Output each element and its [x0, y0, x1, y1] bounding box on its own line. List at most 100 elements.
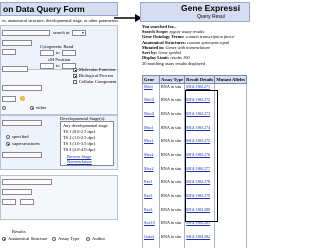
- mutant-alleles-cell: [214, 151, 248, 166]
- result-details-link[interactable]: MGI:1861282: [184, 234, 216, 248]
- mutant-input[interactable]: [2, 96, 16, 102]
- results-table: Gene Assay Type Result Details Mutant Al…: [142, 75, 248, 248]
- result-details-link[interactable]: MGI:1861277: [184, 165, 216, 180]
- author-input[interactable]: [2, 179, 52, 185]
- result-details-link[interactable]: MGI:1861276: [184, 151, 216, 166]
- sort-assay-radio[interactable]: [52, 237, 56, 241]
- year-input[interactable]: [2, 199, 16, 205]
- result-details-link[interactable]: MGI:1861280: [184, 206, 216, 221]
- gene-link[interactable]: Msx2: [142, 165, 160, 180]
- result-details-link[interactable]: MGI:1861271: [184, 83, 216, 98]
- gene-link[interactable]: Mecl1: [142, 97, 160, 111]
- table-row: Msx1 RNA in situ MGI:1861275: [142, 138, 248, 152]
- results-header: Gene Expressi Query Resul: [140, 2, 250, 22]
- gene-link[interactable]: Sox10: [142, 220, 160, 235]
- mutant-alleles-cell: [214, 124, 248, 139]
- result-details-link[interactable]: MGI:1861279: [184, 193, 216, 207]
- assay-type-cell: RNA in situ: [158, 97, 186, 111]
- column-header[interactable]: Assay Type: [158, 75, 186, 84]
- table-row: Mecl1 RNA in situ MGI:1861273: [142, 110, 248, 125]
- anatomy-input[interactable]: [2, 120, 42, 126]
- cm-position-label: cM Position: [48, 57, 71, 62]
- gene-link[interactable]: Mecl: [142, 83, 160, 98]
- query-form-panel: on Data Query Form es, anatomical struct…: [0, 0, 120, 250]
- superstructures-radio[interactable]: [6, 142, 10, 146]
- results-count: 20 matching assay results displayed: [142, 61, 205, 66]
- search-summary: You searched for... Search Scope: zygote…: [142, 24, 250, 60]
- table-row: Pax3 RNA in situ MGI:1861280: [142, 206, 248, 221]
- sort-anatomical-radio[interactable]: [2, 237, 6, 241]
- molecular-function-checkbox[interactable]: [73, 68, 77, 72]
- go-term-field[interactable]: [2, 85, 42, 91]
- dev-stage-option[interactable]: TS 2 (1.0-2.5 dpc): [63, 135, 95, 140]
- result-details-link[interactable]: MGI:1861274: [184, 124, 216, 139]
- mutant-alleles-cell: [214, 206, 248, 221]
- sort-option-label: Author: [92, 236, 106, 241]
- either-radio[interactable]: [2, 106, 6, 110]
- dev-stage-option[interactable]: TS 4 (2.0-4.0 dpc): [63, 147, 95, 152]
- journal-input[interactable]: [2, 189, 32, 195]
- table-row: Msx1 RNA in situ MGI:1861274: [142, 124, 248, 139]
- band-from-input[interactable]: [40, 50, 54, 56]
- dev-stage-option[interactable]: TS 3 (1.0-3.5 dpc): [63, 141, 95, 146]
- column-header[interactable]: Gene: [142, 75, 160, 84]
- mutant-alleles-cell: [214, 83, 248, 98]
- assay-type-cell: RNA in situ: [158, 138, 186, 152]
- position-input[interactable]: [2, 49, 16, 55]
- mutant-alleles-cell: [214, 220, 248, 235]
- mutant-alleles-cell: [214, 138, 248, 152]
- cytogenetic-band-label: Cytogenetic Band: [40, 44, 74, 49]
- gene-link[interactable]: Pax3: [142, 193, 160, 207]
- result-details-link[interactable]: MGI:1861275: [184, 138, 216, 152]
- sort-author-radio[interactable]: [86, 237, 90, 241]
- assay-type-cell: RNA in situ: [158, 220, 186, 235]
- result-details-link[interactable]: MGI:1861281: [184, 220, 216, 235]
- band-to-input[interactable]: [62, 50, 76, 56]
- go-option-label: Biological Process: [79, 73, 114, 78]
- table-row: Msx2 RNA in situ MGI:1861276: [142, 151, 248, 166]
- go-term-input[interactable]: [2, 66, 28, 72]
- either-radio-selected[interactable]: [30, 106, 34, 110]
- assay-type-cell: RNA in situ: [158, 206, 186, 221]
- mutant-alleles-cell: [214, 193, 248, 207]
- specified-radio[interactable]: [6, 135, 10, 139]
- search-in-label: search in: [53, 30, 70, 35]
- chromosome-select[interactable]: [2, 40, 32, 46]
- sort-option-label: Anatomical Structure: [8, 236, 48, 241]
- table-row: Mecl RNA in situ MGI:1861271: [142, 83, 248, 98]
- assay-type-cell: RNA in situ: [158, 193, 186, 207]
- sort-option-label: Assay Type: [58, 236, 80, 241]
- dev-stage-option[interactable]: Any developmental stage: [63, 123, 108, 128]
- gene-link[interactable]: Msx1: [142, 124, 160, 139]
- cellular-component-checkbox[interactable]: [73, 80, 77, 84]
- gene-link[interactable]: Mecl1: [142, 110, 160, 125]
- table-header-row: Gene Assay Type Result Details Mutant Al…: [142, 75, 248, 84]
- results-panel: Gene Expressi Query Resul You searched f…: [140, 0, 250, 250]
- mutant-alleles-cell: [214, 234, 248, 248]
- biological-process-checkbox[interactable]: [73, 74, 77, 78]
- search-in-select[interactable]: [72, 30, 86, 36]
- dev-stage-option[interactable]: TS 1 (0.0-2.5 dpc): [63, 129, 95, 134]
- help-icon[interactable]: ?: [20, 96, 25, 101]
- gene-link[interactable]: Msx2: [142, 151, 160, 166]
- gene-symbol-input[interactable]: [2, 30, 50, 36]
- column-header[interactable]: Mutant Alleles: [214, 75, 248, 84]
- result-details-link[interactable]: MGI:1861273: [184, 110, 216, 125]
- results-subtitle: Query Resul: [197, 14, 225, 20]
- gene-link[interactable]: Gata4: [142, 234, 160, 248]
- year-to-input[interactable]: [20, 199, 34, 205]
- mutant-alleles-cell: [214, 165, 248, 180]
- dev-stage-listbox[interactable]: Any developmental stage TS 1 (0.0-2.5 dp…: [60, 121, 114, 166]
- result-details-link[interactable]: MGI:1861278: [184, 179, 216, 193]
- gene-link[interactable]: Msx1: [142, 138, 160, 152]
- browse-stage-link[interactable]: Browse Stage Nomenclature: [67, 154, 113, 164]
- results-title: Gene Expressi: [181, 3, 241, 13]
- gene-link[interactable]: Pax3: [142, 179, 160, 193]
- cm-to-label: to: [56, 63, 60, 68]
- table-row: Gata4 RNA in situ MGI:1861282: [142, 234, 248, 248]
- table-row: Msx2 RNA in situ MGI:1861277: [142, 165, 248, 180]
- gene-link[interactable]: Pax3: [142, 206, 160, 221]
- result-details-link[interactable]: MGI:1861272: [184, 97, 216, 111]
- column-header[interactable]: Result Details: [184, 75, 216, 84]
- anatomy-term-field[interactable]: [2, 152, 42, 158]
